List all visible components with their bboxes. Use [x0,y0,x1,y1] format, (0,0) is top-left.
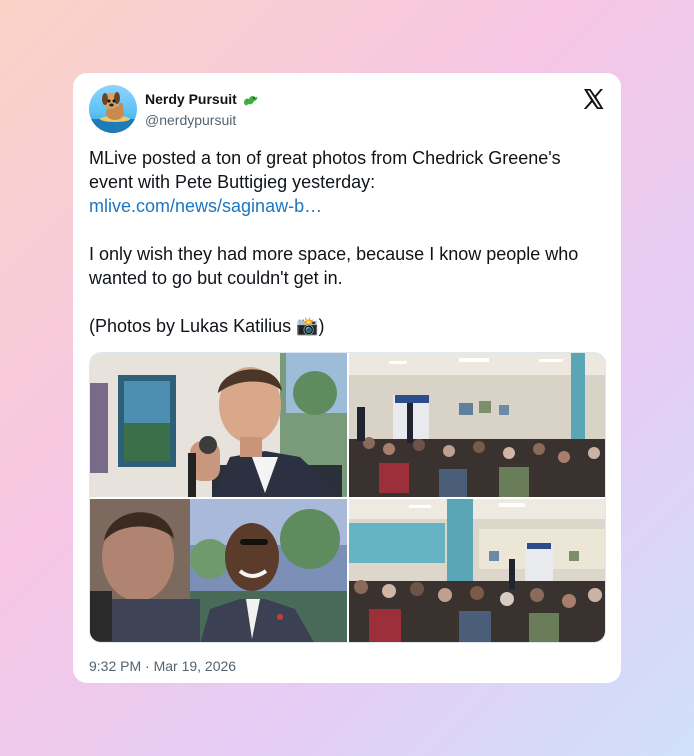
author-names: Nerdy Pursuit @nerdypursuit [145,90,259,129]
camera-emoji-icon: 📸 [296,316,319,336]
photo-3[interactable] [90,499,347,642]
tweet-header: Nerdy Pursuit @nerdypursuit [89,85,605,139]
tweet-timestamp[interactable]: 9:32 PM · Mar 19, 2026 [89,657,605,675]
photo-1[interactable] [90,353,347,497]
photo-grid [89,352,606,643]
photo-credit-suffix: ) [318,316,325,336]
photo-candidate-image [90,499,347,642]
display-name-row[interactable]: Nerdy Pursuit [145,90,259,108]
dragon-icon [243,95,258,106]
handle[interactable]: @nerdypursuit [145,111,259,129]
photo-4[interactable] [349,499,605,642]
tweet-paragraph-3: (Photos by Lukas Katilius 📸) [89,314,609,338]
photo-crowd-image [349,499,605,642]
display-name[interactable]: Nerdy Pursuit [145,90,237,108]
photo-audience-image [349,353,605,497]
tweet-text-line-1: MLive posted a ton of great photos from … [89,148,561,192]
avatar[interactable] [89,85,137,133]
dog-avatar-icon [89,92,137,133]
tweet-paragraph-2: I only wish they had more space, because… [89,244,579,288]
tweet-text: MLive posted a ton of great photos from … [89,146,609,338]
x-logo-icon[interactable] [581,87,605,111]
tweet-card: Nerdy Pursuit @nerdypursuit MLive posted… [73,73,621,683]
photo-2[interactable] [349,353,605,497]
tweet-link[interactable]: mlive.com/news/saginaw-b… [89,196,322,216]
photo-speaker-image [90,353,347,497]
photo-credit-prefix: (Photos by Lukas Katilius [89,316,297,336]
tweet-paragraph-1: MLive posted a ton of great photos from … [89,146,609,218]
